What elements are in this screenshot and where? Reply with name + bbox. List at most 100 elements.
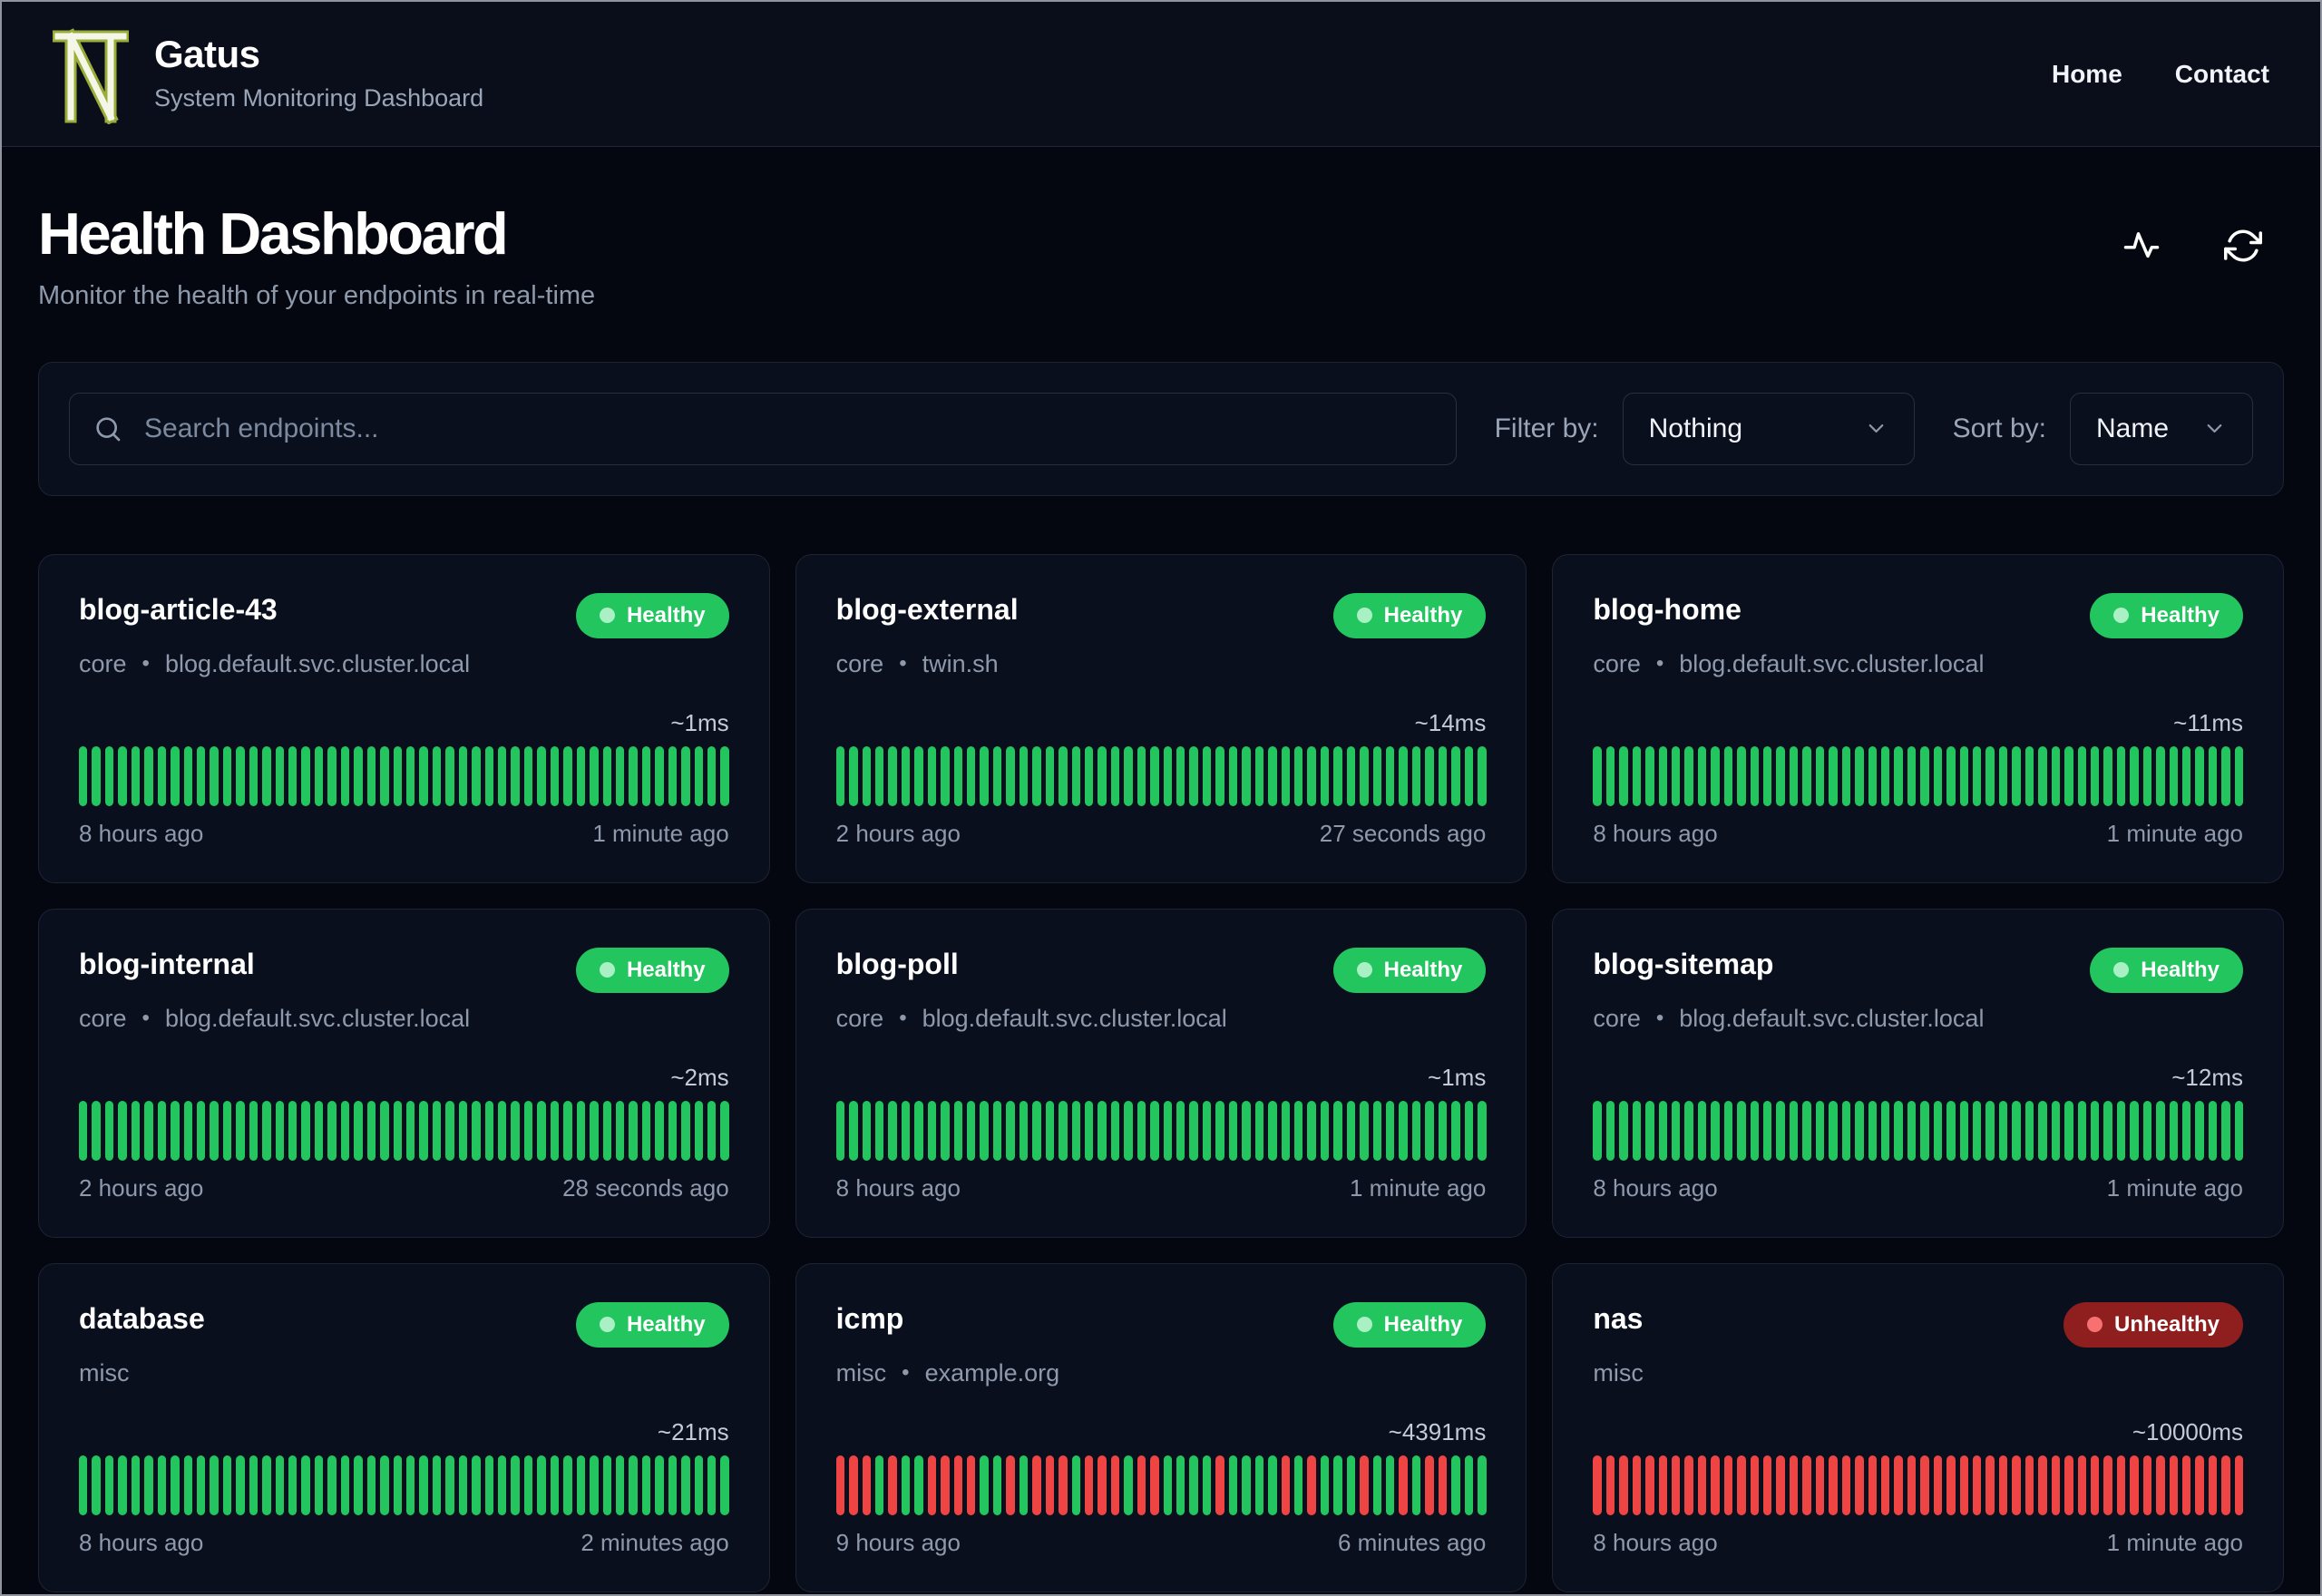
health-bar[interactable] — [1973, 745, 1982, 806]
health-bar[interactable] — [1933, 1100, 1943, 1161]
health-bar[interactable] — [2156, 1100, 2165, 1161]
health-bar[interactable] — [144, 745, 153, 806]
health-bar[interactable] — [694, 1100, 703, 1161]
health-bar[interactable] — [1998, 1455, 2008, 1515]
health-bar[interactable] — [1593, 1100, 1602, 1161]
health-bar[interactable] — [550, 745, 560, 806]
health-bar[interactable] — [1411, 1100, 1421, 1161]
health-bar[interactable] — [1776, 1100, 1785, 1161]
health-bar[interactable] — [1372, 745, 1382, 806]
health-bar[interactable] — [1019, 1455, 1029, 1515]
health-bar[interactable] — [2064, 1455, 2073, 1515]
health-bar[interactable] — [2051, 745, 2061, 806]
health-bar[interactable] — [888, 745, 897, 806]
health-bar[interactable] — [1084, 1100, 1094, 1161]
health-bar[interactable] — [537, 1455, 546, 1515]
health-bar[interactable] — [1268, 1100, 1277, 1161]
health-bar[interactable] — [79, 1455, 88, 1515]
health-bar[interactable] — [901, 1100, 911, 1161]
health-bar[interactable] — [2156, 745, 2165, 806]
health-bar[interactable] — [1671, 745, 1681, 806]
health-bar[interactable] — [1946, 1100, 1956, 1161]
health-bar[interactable] — [1333, 1100, 1342, 1161]
health-bar[interactable] — [1880, 1455, 1890, 1515]
health-bar[interactable] — [563, 745, 572, 806]
health-bar[interactable] — [655, 1100, 664, 1161]
health-bar[interactable] — [2169, 745, 2179, 806]
health-bar[interactable] — [131, 1455, 141, 1515]
health-bar[interactable] — [1632, 1455, 1642, 1515]
health-bar[interactable] — [1802, 1100, 1811, 1161]
health-bar[interactable] — [1346, 1455, 1356, 1515]
health-bar[interactable] — [1215, 745, 1224, 806]
health-bar[interactable] — [1137, 1455, 1146, 1515]
health-bar[interactable] — [1045, 1100, 1055, 1161]
health-bar[interactable] — [1098, 1100, 1107, 1161]
health-bar[interactable] — [157, 745, 167, 806]
health-bar[interactable] — [366, 745, 376, 806]
health-bar[interactable] — [275, 745, 284, 806]
health-bar[interactable] — [405, 1455, 415, 1515]
health-bar[interactable] — [1855, 1100, 1864, 1161]
health-bar[interactable] — [2208, 1100, 2218, 1161]
health-bar[interactable] — [615, 1100, 625, 1161]
health-bar[interactable] — [380, 1100, 389, 1161]
health-bar[interactable] — [301, 1455, 310, 1515]
health-bar[interactable] — [1399, 1100, 1408, 1161]
health-bar[interactable] — [1464, 745, 1474, 806]
health-bar[interactable] — [1254, 745, 1264, 806]
health-bar[interactable] — [1789, 745, 1799, 806]
health-bar[interactable] — [1750, 745, 1760, 806]
health-bar[interactable] — [1907, 1455, 1917, 1515]
health-bar[interactable] — [1973, 1455, 1982, 1515]
health-bar[interactable] — [2103, 1100, 2112, 1161]
health-bar[interactable] — [615, 745, 625, 806]
health-bar[interactable] — [1281, 745, 1290, 806]
health-bar[interactable] — [1071, 745, 1080, 806]
health-bar[interactable] — [1242, 1100, 1251, 1161]
health-bar[interactable] — [927, 1100, 937, 1161]
health-bar[interactable] — [1907, 745, 1917, 806]
health-bar[interactable] — [1071, 1100, 1080, 1161]
health-bar[interactable] — [2077, 1455, 2086, 1515]
health-bar[interactable] — [1619, 1455, 1628, 1515]
health-bar[interactable] — [523, 745, 533, 806]
health-bar[interactable] — [1894, 1100, 1903, 1161]
health-bar[interactable] — [590, 1100, 599, 1161]
health-bar[interactable] — [1802, 1455, 1811, 1515]
health-bar[interactable] — [615, 1455, 625, 1515]
health-bar[interactable] — [2051, 1455, 2061, 1515]
health-bar[interactable] — [602, 745, 611, 806]
health-bar[interactable] — [2024, 1455, 2034, 1515]
health-bar[interactable] — [327, 745, 337, 806]
health-bar[interactable] — [445, 1455, 454, 1515]
health-bar[interactable] — [2195, 1100, 2204, 1161]
health-bar[interactable] — [2208, 745, 2218, 806]
health-bar[interactable] — [1593, 745, 1602, 806]
health-bar[interactable] — [953, 1100, 963, 1161]
health-bar[interactable] — [602, 1100, 611, 1161]
health-bar[interactable] — [2221, 1455, 2230, 1515]
health-bar[interactable] — [2234, 1455, 2244, 1515]
health-bar[interactable] — [118, 745, 127, 806]
health-bar[interactable] — [720, 745, 729, 806]
health-bar[interactable] — [1605, 1100, 1615, 1161]
health-bar[interactable] — [1176, 1100, 1185, 1161]
health-bar[interactable] — [1346, 745, 1356, 806]
health-bar[interactable] — [1841, 1100, 1851, 1161]
health-bar[interactable] — [2208, 1455, 2218, 1515]
health-bar[interactable] — [1307, 1455, 1316, 1515]
health-bar[interactable] — [196, 1100, 206, 1161]
health-bar[interactable] — [629, 1100, 638, 1161]
health-bar[interactable] — [941, 1100, 950, 1161]
health-bar[interactable] — [1868, 745, 1877, 806]
health-bar[interactable] — [1163, 745, 1173, 806]
health-bar[interactable] — [144, 1455, 153, 1515]
health-bar[interactable] — [835, 1455, 845, 1515]
health-bar[interactable] — [1737, 745, 1746, 806]
health-bar[interactable] — [849, 1455, 858, 1515]
health-bar[interactable] — [1307, 1100, 1316, 1161]
health-bar[interactable] — [1084, 745, 1094, 806]
health-bar[interactable] — [2024, 745, 2034, 806]
health-bar[interactable] — [2012, 1100, 2021, 1161]
